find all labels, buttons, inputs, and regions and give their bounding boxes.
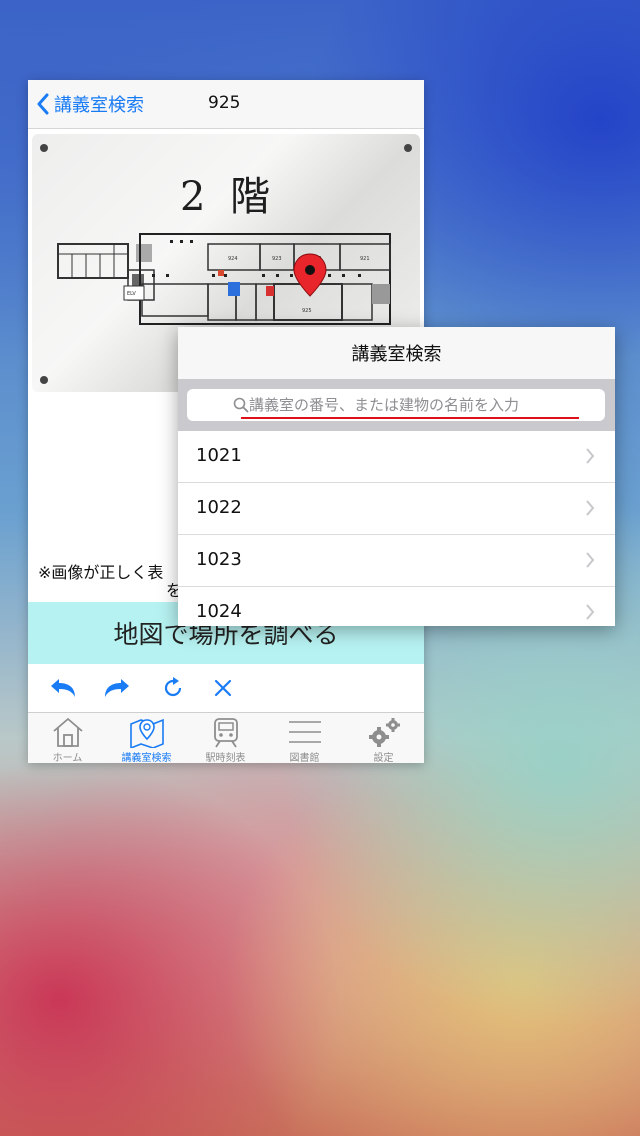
gears-icon [368, 718, 400, 747]
close-button[interactable] [208, 674, 238, 702]
room-label-921: 921 [360, 256, 370, 262]
classroom-search-popup: 講義室検索 1021 1022 1023 1024 [178, 327, 615, 626]
tab-classroom-search[interactable]: 講義室検索 [107, 713, 186, 763]
undo-arrow-icon [51, 679, 75, 697]
chevron-right-icon [586, 448, 595, 464]
notice-line-1: ※画像が正しく表 [38, 563, 164, 582]
tab-label-settings: 設定 [373, 753, 394, 763]
room-label-925: 925 [302, 308, 312, 314]
undo-button[interactable] [48, 674, 78, 702]
tab-label-station-timetable: 駅時刻表 [205, 753, 246, 763]
location-pin-icon [293, 253, 327, 297]
popup-title: 講義室検索 [178, 327, 615, 379]
chevron-right-icon [586, 604, 595, 620]
tab-label-library: 図書館 [289, 753, 320, 763]
tab-library[interactable]: 図書館 [265, 713, 344, 763]
reload-button[interactable] [158, 674, 188, 702]
search-icon [233, 397, 249, 413]
map-pin-icon [129, 718, 164, 748]
search-highlight-underline [241, 417, 579, 419]
redo-button[interactable] [102, 674, 132, 702]
redo-arrow-icon [105, 679, 129, 697]
tab-bar: ホーム 講義室検索 駅時刻表 図書館 設定 [28, 712, 424, 763]
tab-station-timetable[interactable]: 駅時刻表 [186, 713, 265, 763]
room-list: 1021 1022 1023 1024 [178, 431, 615, 626]
tab-settings[interactable]: 設定 [344, 713, 423, 763]
room-label-924: 924 [228, 256, 238, 262]
tab-home[interactable]: ホーム [28, 713, 107, 763]
chevron-right-icon [586, 500, 595, 516]
room-number: 1022 [196, 497, 242, 518]
room-row-1024[interactable]: 1024 [178, 587, 615, 626]
room-number: 1021 [196, 445, 242, 466]
page-title: 925 [208, 93, 241, 113]
room-row-1023[interactable]: 1023 [178, 535, 615, 587]
search-field[interactable] [187, 389, 605, 421]
tab-label-home: ホーム [52, 753, 83, 763]
close-icon [214, 679, 232, 697]
back-button-label: 講義室検索 [54, 95, 144, 116]
room-row-1021[interactable]: 1021 [178, 431, 615, 483]
room-row-1022[interactable]: 1022 [178, 483, 615, 535]
search-bar-area [178, 379, 615, 431]
elevator-label: ELV [127, 291, 136, 297]
room-label-923: 923 [272, 256, 282, 262]
reload-icon [164, 677, 182, 697]
train-icon [213, 718, 238, 748]
chevron-left-icon [37, 93, 49, 115]
web-toolbar [28, 664, 424, 712]
back-button[interactable]: 講義室検索 [36, 90, 144, 118]
home-icon [52, 717, 83, 747]
tab-label-classroom-search: 講義室検索 [121, 753, 172, 763]
room-number: 1024 [196, 601, 242, 622]
chevron-right-icon [586, 552, 595, 568]
room-number: 1023 [196, 549, 242, 570]
navigation-bar: 講義室検索 925 [28, 80, 424, 129]
menu-lines-icon [288, 721, 321, 743]
